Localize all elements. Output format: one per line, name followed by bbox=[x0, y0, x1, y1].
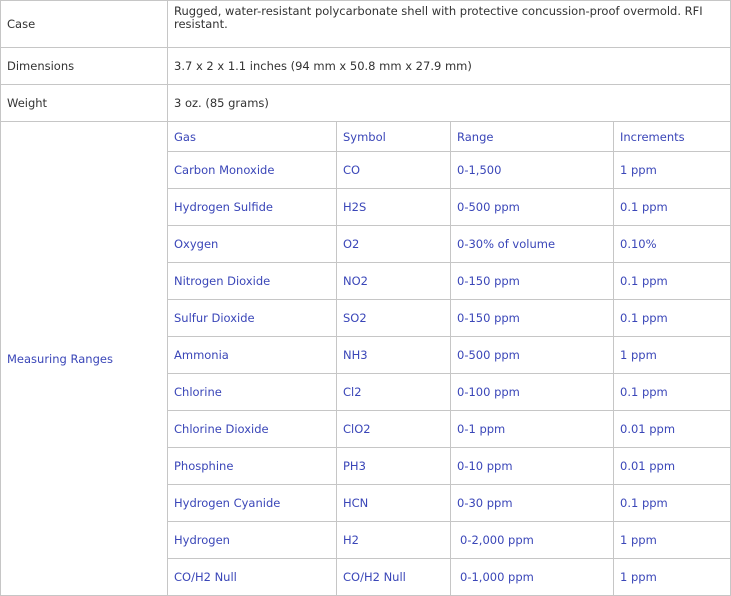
gas-name[interactable]: Oxygen bbox=[167, 225, 337, 263]
symbol-column-header: Symbol bbox=[336, 121, 451, 152]
gas-range[interactable]: 0-150 ppm bbox=[450, 299, 614, 337]
gas-range[interactable]: 0-10 ppm bbox=[450, 447, 614, 485]
gas-name[interactable]: Hydrogen Cyanide bbox=[167, 484, 337, 522]
gas-symbol[interactable]: ClO2 bbox=[336, 410, 451, 448]
gas-symbol[interactable]: SO2 bbox=[336, 299, 451, 337]
gas-range[interactable]: 0-2,000 ppm bbox=[450, 521, 614, 559]
gas-range[interactable]: 0-30% of volume bbox=[450, 225, 614, 263]
gas-increments[interactable]: 1 ppm bbox=[613, 521, 731, 559]
spec-value-weight: 3 oz. (85 grams) bbox=[167, 84, 731, 122]
gas-name[interactable]: Hydrogen bbox=[167, 521, 337, 559]
gas-increments[interactable]: 0.01 ppm bbox=[613, 447, 731, 485]
gas-table-header-row: Measuring Ranges Gas Symbol Range Increm… bbox=[0, 121, 731, 596]
range-column-header: Range bbox=[450, 121, 614, 152]
gas-name[interactable]: Hydrogen Sulfide bbox=[167, 188, 337, 226]
gas-symbol[interactable]: HCN bbox=[336, 484, 451, 522]
spec-table: Case Rugged, water-resistant polycarbona… bbox=[0, 0, 731, 596]
spec-value-dimensions: 3.7 x 2 x 1.1 inches (94 mm x 50.8 mm x … bbox=[167, 47, 731, 85]
gas-name[interactable]: Ammonia bbox=[167, 336, 337, 374]
gas-symbol[interactable]: Cl2 bbox=[336, 373, 451, 411]
gas-increments[interactable]: 0.1 ppm bbox=[613, 262, 731, 300]
spec-value-case: Rugged, water-resistant polycarbonate sh… bbox=[167, 0, 731, 48]
gas-range[interactable]: 0-1,500 bbox=[450, 151, 614, 189]
gas-symbol[interactable]: NH3 bbox=[336, 336, 451, 374]
gas-symbol[interactable]: H2 bbox=[336, 521, 451, 559]
gas-range[interactable]: 0-500 ppm bbox=[450, 336, 614, 374]
gas-symbol[interactable]: H2S bbox=[336, 188, 451, 226]
gas-symbol[interactable]: PH3 bbox=[336, 447, 451, 485]
gas-name[interactable]: Phosphine bbox=[167, 447, 337, 485]
gas-increments[interactable]: 0.01 ppm bbox=[613, 410, 731, 448]
gas-name[interactable]: Sulfur Dioxide bbox=[167, 299, 337, 337]
gas-increments[interactable]: 0.1 ppm bbox=[613, 373, 731, 411]
gas-range[interactable]: 0-150 ppm bbox=[450, 262, 614, 300]
increments-column-header: Increments bbox=[613, 121, 731, 152]
gas-increments[interactable]: 1 ppm bbox=[613, 151, 731, 189]
gas-range[interactable]: 0-100 ppm bbox=[450, 373, 614, 411]
spec-row-weight: Weight 3 oz. (85 grams) bbox=[0, 84, 731, 122]
gas-range[interactable]: 0-30 ppm bbox=[450, 484, 614, 522]
spec-label-dimensions: Dimensions bbox=[0, 47, 168, 85]
gas-increments[interactable]: 0.10% bbox=[613, 225, 731, 263]
gas-name[interactable]: Nitrogen Dioxide bbox=[167, 262, 337, 300]
gas-symbol[interactable]: CO bbox=[336, 151, 451, 189]
gas-increments[interactable]: 1 ppm bbox=[613, 336, 731, 374]
spec-row-case: Case Rugged, water-resistant polycarbona… bbox=[0, 0, 731, 48]
spec-label-measuring-ranges[interactable]: Measuring Ranges bbox=[0, 121, 168, 596]
gas-increments[interactable]: 0.1 ppm bbox=[613, 299, 731, 337]
gas-name[interactable]: Chlorine bbox=[167, 373, 337, 411]
gas-range[interactable]: 0-500 ppm bbox=[450, 188, 614, 226]
spec-label-case: Case bbox=[0, 0, 168, 48]
gas-name[interactable]: Carbon Monoxide bbox=[167, 151, 337, 189]
gas-increments[interactable]: 0.1 ppm bbox=[613, 188, 731, 226]
gas-name[interactable]: Chlorine Dioxide bbox=[167, 410, 337, 448]
spec-label-weight: Weight bbox=[0, 84, 168, 122]
gas-symbol[interactable]: NO2 bbox=[336, 262, 451, 300]
gas-increments[interactable]: 0.1 ppm bbox=[613, 484, 731, 522]
gas-symbol[interactable]: O2 bbox=[336, 225, 451, 263]
spec-row-dimensions: Dimensions 3.7 x 2 x 1.1 inches (94 mm x… bbox=[0, 47, 731, 85]
gas-range[interactable]: 0-1 ppm bbox=[450, 410, 614, 448]
gas-column-header: Gas bbox=[167, 121, 337, 152]
